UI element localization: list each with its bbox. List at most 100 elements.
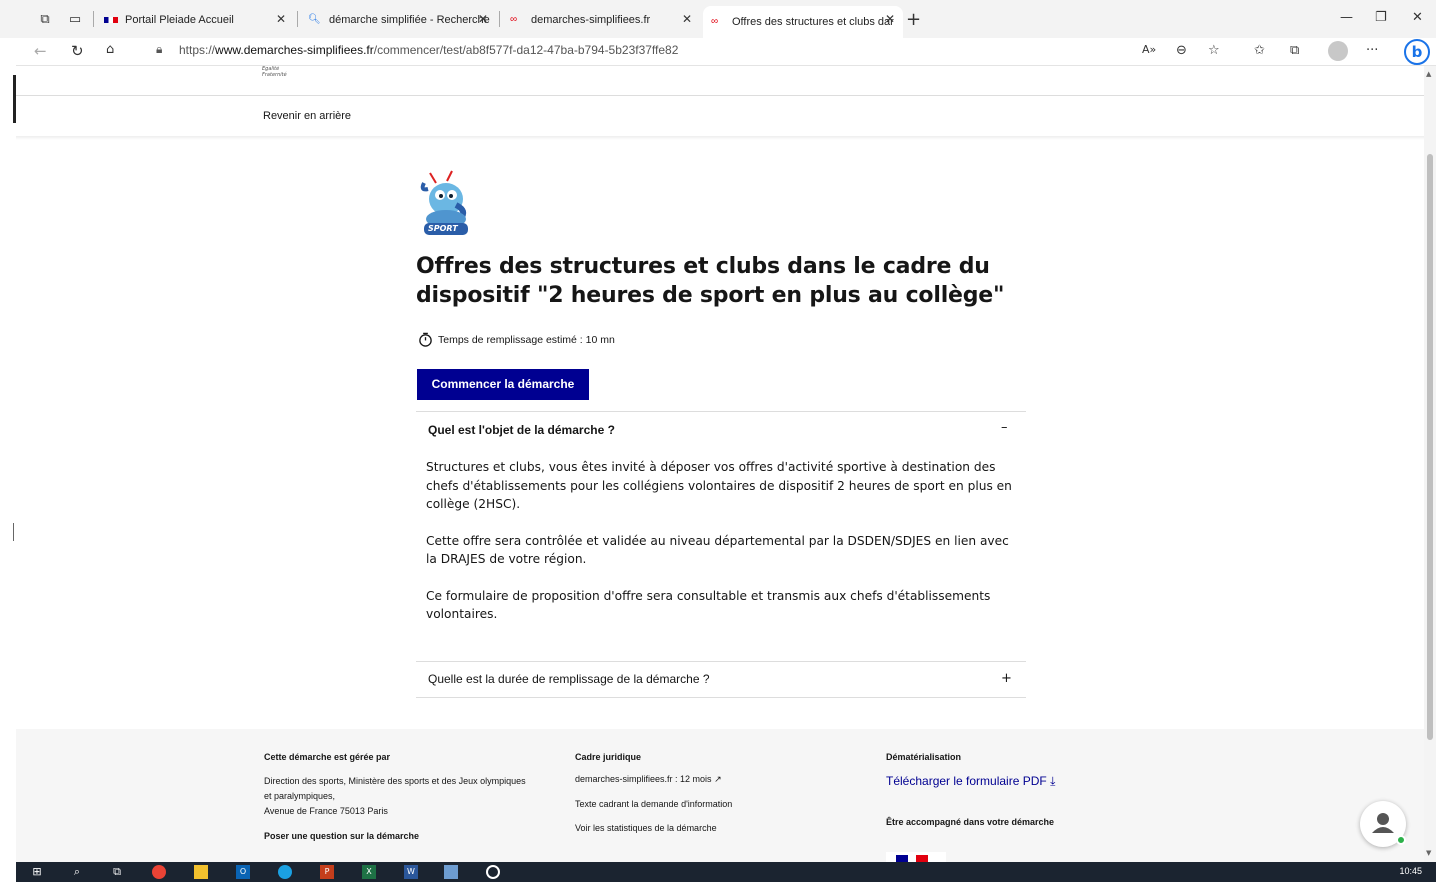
header-shadow (16, 136, 1424, 140)
ds-logo-icon: ∞ (510, 14, 518, 25)
browser-tab-bar: ⧉ ▭ Portail Pleiade Accueil ✕ 🔍︎ démarch… (0, 0, 1436, 38)
tab-title: Offres des structures et clubs dar (732, 16, 894, 28)
search-icon[interactable]: ⌕ (70, 865, 84, 879)
excel-icon[interactable]: X (362, 865, 376, 879)
scroll-down-icon[interactable]: ▼ (1426, 849, 1431, 857)
app-icon[interactable] (486, 865, 500, 879)
statistics-link[interactable]: Voir les statistiques de la démarche (575, 823, 732, 833)
scrollbar-thumb[interactable] (1427, 154, 1433, 740)
download-icon: ⤓ (1050, 774, 1056, 788)
url-input[interactable]: https://www.demarches-simplifiees.fr/com… (179, 43, 678, 57)
address-bar: ← ↻ ⌂ 🔒︎ https://www.demarches-simplifie… (16, 38, 1436, 66)
workspaces-icon[interactable]: ⧉ (36, 10, 54, 28)
tab-separator (499, 11, 500, 27)
accordion-divider (416, 661, 1026, 662)
tab-portail-pleiade[interactable]: Portail Pleiade Accueil ✕ (96, 6, 294, 34)
word-icon[interactable]: W (404, 865, 418, 879)
restore-icon[interactable]: ❐ (1375, 10, 1387, 25)
task-view-icon[interactable]: ⧉ (110, 865, 124, 879)
page-title: Offres des structures et clubs dans le c… (416, 254, 1005, 308)
home-icon[interactable]: ⌂ (106, 42, 114, 57)
flag-icon (104, 17, 118, 23)
edge-icon[interactable] (278, 865, 292, 879)
accordion-divider (416, 697, 1026, 698)
url-domain: www.demarches-simplifiees.fr (215, 43, 374, 57)
zoom-icon[interactable]: ⊖ (1176, 43, 1187, 58)
expand-icon[interactable]: + (1001, 671, 1012, 686)
external-link-icon: ↗ (714, 774, 722, 784)
collections-icon[interactable]: ⧉ (1290, 43, 1299, 58)
back-arrow-icon[interactable]: ← (34, 42, 47, 60)
powerpoint-icon[interactable]: P (320, 865, 334, 879)
tab-separator (93, 11, 94, 27)
footer-heading: Cadre juridique (575, 752, 642, 762)
favorites-list-icon[interactable]: ✩ (1254, 43, 1265, 58)
accordion-paragraph: Cette offre sera contrôlée et validée au… (426, 533, 1009, 567)
tab-offres-structures[interactable]: ∞ Offres des structures et clubs dar ✕ (703, 6, 903, 38)
back-link[interactable]: Revenir en arrière (263, 110, 351, 122)
collapse-icon[interactable]: – (1001, 420, 1008, 435)
start-procedure-button[interactable]: Commencer la démarche (417, 369, 589, 400)
tab-actions-icon[interactable]: ▭ (66, 10, 84, 28)
download-pdf-link[interactable]: Télécharger le formulaire PDF ⤓ (886, 774, 1055, 789)
gov-logo-caption: Égalité Fraternité (262, 66, 287, 78)
ds-logo-icon: ∞ (711, 16, 719, 27)
app-icon[interactable] (444, 865, 458, 879)
legal-link-text[interactable]: Texte cadrant la demande d'information (575, 799, 732, 809)
footer-heading: Cette démarche est gérée par (264, 752, 391, 762)
tab-demarches-simplifiees[interactable]: ∞ demarches-simplifiees.fr ✕ (502, 6, 700, 34)
accordion-question-duree[interactable]: Quelle est la durée de remplissage de la… (428, 672, 710, 686)
outlook-icon[interactable]: O (236, 865, 250, 879)
online-status-dot (1396, 835, 1406, 845)
accordion-divider (416, 411, 1026, 412)
tab-title: Portail Pleiade Accueil (125, 14, 234, 26)
marianne-logo (886, 852, 946, 862)
close-tab-icon[interactable]: ✕ (682, 12, 692, 26)
legal-link-label: demarches-simplifiees.fr : 12 mois (575, 774, 712, 784)
lock-icon[interactable]: 🔒︎ (156, 42, 162, 57)
close-tab-icon[interactable]: ✕ (478, 12, 488, 26)
footer-heading: Dématérialisation (886, 752, 962, 762)
scroll-up-icon[interactable]: ▲ (1426, 70, 1431, 78)
accompany-heading: Être accompagné dans votre démarche (886, 817, 1055, 827)
more-options-icon[interactable]: ··· (1366, 43, 1378, 58)
window-edge (13, 523, 14, 541)
tab-recherche[interactable]: 🔍︎ démarche simplifiée - Recherche ✕ (300, 6, 496, 34)
help-chat-button[interactable] (1360, 801, 1406, 847)
sport-logo-word: SPORT (428, 224, 458, 233)
read-aloud-icon[interactable]: A» (1142, 43, 1156, 56)
tab-title: demarches-simplifiees.fr (531, 14, 651, 26)
accordion-question-objet[interactable]: Quel est l'objet de la démarche ? (428, 423, 615, 437)
footer-text: Direction des sports, Ministère des spor… (264, 776, 526, 786)
duration-text: Temps de remplissage estimé : 10 mn (438, 333, 615, 346)
header-divider (16, 95, 1424, 96)
file-explorer-icon[interactable] (194, 865, 208, 879)
download-pdf-label: Télécharger le formulaire PDF (886, 774, 1047, 788)
taskbar-clock: 10:45 (1399, 866, 1422, 876)
windows-taskbar: ⊞ ⌕ ⧉ O P X W 10:45 (16, 862, 1436, 882)
footer-text: et paralympiques, (264, 791, 336, 801)
close-window-icon[interactable]: ✕ (1412, 10, 1423, 25)
windows-start-icon[interactable]: ⊞ (30, 865, 44, 879)
footer-text: Avenue de France 75013 Paris (264, 806, 388, 816)
accordion-paragraph: Ce formulaire de proposition d'offre ser… (426, 588, 991, 622)
close-tab-icon[interactable]: ✕ (276, 12, 286, 26)
new-tab-icon[interactable]: + (906, 9, 921, 30)
profile-avatar-icon[interactable] (1328, 41, 1348, 61)
search-icon: 🔍︎ (308, 14, 321, 25)
url-path: /commencer/test/ab8f577f-da12-47ba-b794-… (373, 43, 679, 57)
url-prefix: https:// (179, 43, 216, 57)
tab-title: démarche simplifiée - Recherche (329, 14, 490, 26)
web-page: Égalité Fraternité Revenir en arrière SP… (16, 66, 1424, 862)
minimize-icon[interactable]: — (1340, 10, 1353, 25)
legal-link-retention[interactable]: demarches-simplifiees.fr : 12 mois ↗ (575, 774, 732, 785)
footer-dematerialisation: Dématérialisation Télécharger le formula… (886, 752, 1055, 839)
chrome-icon[interactable] (152, 865, 166, 879)
favorite-star-icon[interactable]: ☆ (1208, 43, 1220, 58)
accordion-content-objet: Structures et clubs, vous êtes invité à … (426, 458, 1016, 642)
bing-copilot-icon[interactable]: b (1404, 39, 1430, 65)
refresh-icon[interactable]: ↻ (71, 42, 84, 60)
page-scrollbar[interactable]: ▲ ▼ (1424, 66, 1436, 862)
close-tab-icon[interactable]: ✕ (885, 12, 895, 26)
accordion-paragraph: Structures et clubs, vous êtes invité à … (426, 460, 1012, 511)
